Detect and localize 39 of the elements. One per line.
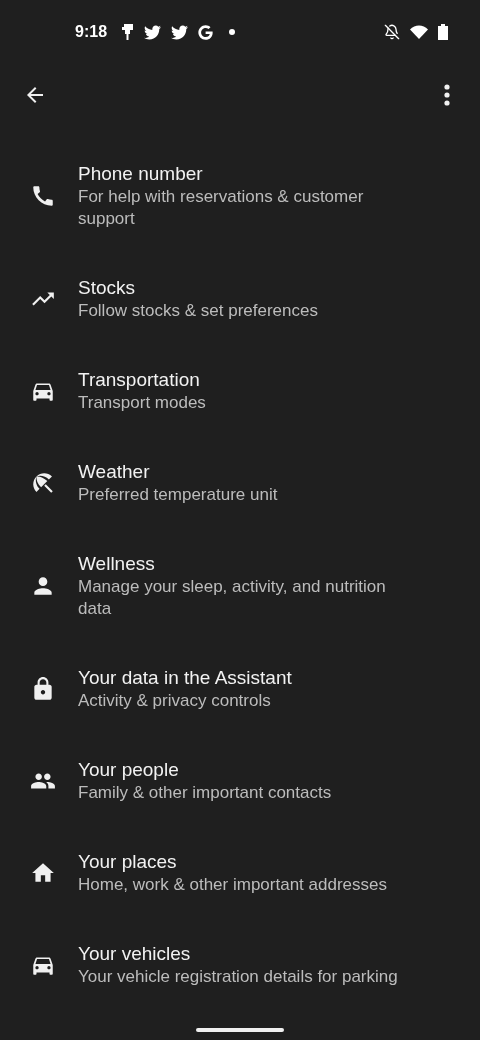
item-title: Wellness (78, 552, 156, 576)
plug-icon (121, 24, 135, 40)
item-title: Your places (78, 850, 178, 874)
item-subtitle: Preferred temperature unit (78, 484, 279, 506)
settings-item[interactable]: Your places Home, work & other important addresses (0, 827, 480, 919)
settings-item[interactable]: Your people Family & other important contacts (0, 735, 480, 827)
settings-item[interactable]: Your vehicles Your vehicle registration details for parking (0, 919, 480, 1011)
item-subtitle: Family & other important contacts (78, 782, 333, 804)
bird-icon (144, 23, 162, 41)
item-title: Phone number (78, 162, 204, 186)
settings-item[interactable]: Stocks Follow stocks & set preferences (0, 253, 480, 345)
phone-icon (30, 183, 56, 209)
item-subtitle: Transport modes (78, 392, 207, 414)
item-subtitle: Follow stocks & set preferences (78, 300, 319, 322)
item-title: Weather (78, 460, 151, 484)
bell-off-icon (384, 24, 400, 40)
item-title: Your vehicles (78, 942, 192, 966)
battery-icon (438, 24, 448, 40)
wifi-icon (410, 25, 428, 39)
item-subtitle: Manage your sleep, activity, and nutrition data (78, 576, 387, 620)
google-icon (198, 24, 214, 40)
bird-icon (171, 23, 189, 41)
item-subtitle: Home, work & other important addresses (78, 874, 388, 896)
settings-item[interactable]: Phone number For help with reservations & customer support (0, 139, 480, 253)
item-title: Your people (78, 758, 180, 782)
more-vertical-icon (444, 84, 450, 106)
settings-item[interactable]: Wellness Manage your sleep, activity, and nutrition data (0, 529, 480, 643)
item-title: Your data in the Assistant (78, 666, 293, 690)
status-time: 9:18 (75, 23, 108, 41)
settings-item[interactable]: Transportation Transport modes (0, 345, 480, 437)
item-subtitle: For help with reservations & customer support (78, 186, 365, 230)
item-title: Transportation (78, 368, 201, 392)
settings-item[interactable]: Your data in the Assistant Activity & privacy controls (0, 643, 480, 735)
settings-item[interactable]: Weather Preferred temperature unit (0, 437, 480, 529)
item-subtitle: Activity & privacy controls (78, 690, 272, 712)
item-subtitle: Your vehicle registration details for parking (78, 966, 399, 988)
dot-icon (229, 29, 236, 35)
item-title: Stocks (78, 276, 137, 300)
gesture-handle[interactable] (196, 1028, 284, 1032)
